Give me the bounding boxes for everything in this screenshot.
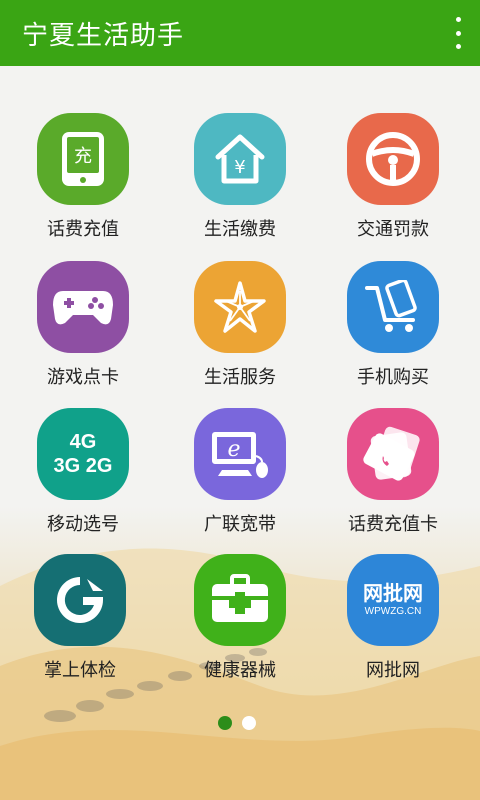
gamepad-icon — [37, 261, 129, 353]
tile-label: 掌上体检 — [44, 660, 116, 681]
tile-wholesale[interactable]: 网批网 WPWZG.CN 网批网 — [318, 554, 468, 694]
tile-traffic-fine[interactable]: 交通罚款 — [318, 113, 468, 253]
flower-service-icon — [194, 261, 286, 353]
tile-number-select[interactable]: 4G 3G 2G 移动选号 — [8, 408, 158, 548]
tile-recharge-card[interactable]: 话费充值卡 — [318, 408, 468, 548]
tile-label: 健康器械 — [204, 660, 276, 681]
computer-broadband-icon: e — [194, 408, 286, 500]
tile-label: 广联宽带 — [204, 514, 276, 535]
tile-label: 手机购买 — [357, 367, 429, 388]
tile-phone-purchase[interactable]: 手机购买 — [318, 261, 468, 401]
tile-health-check[interactable]: 掌上体检 — [5, 554, 155, 694]
tile-label: 话费充值 — [47, 219, 119, 240]
tile-label: 生活服务 — [204, 367, 276, 388]
svg-text:¥: ¥ — [234, 157, 245, 178]
tile-life-payment[interactable]: ¥ 生活缴费 — [165, 113, 315, 253]
svg-text:e: e — [227, 437, 240, 462]
service-grid: 充 话费充值 ¥ 生活缴费 交通罚款 游戏点卡 生活服务 手机购买 4G 3G … — [0, 0, 480, 800]
tile-health-equipment[interactable]: 健康器械 — [165, 554, 315, 694]
network-4g-3g-2g-icon: 4G 3G 2G — [37, 408, 129, 500]
svg-text:充: 充 — [74, 146, 92, 167]
tile-broadband[interactable]: e 广联宽带 — [165, 408, 315, 548]
tile-label: 移动选号 — [47, 514, 119, 535]
page-dot-1[interactable] — [218, 716, 232, 730]
page-dot-2[interactable] — [242, 716, 256, 730]
tile-label: 游戏点卡 — [47, 367, 119, 388]
tile-life-service[interactable]: 生活服务 — [165, 261, 315, 401]
phone-cart-icon — [347, 261, 439, 353]
recharge-card-icon — [347, 408, 439, 500]
health-check-logo-icon — [34, 554, 126, 646]
medical-kit-icon — [194, 554, 286, 646]
phone-recharge-icon: 充 — [37, 113, 129, 205]
tile-label: 话费充值卡 — [348, 514, 438, 535]
page-indicator — [218, 716, 256, 730]
tile-label: 交通罚款 — [357, 219, 429, 240]
tile-label: 生活缴费 — [204, 219, 276, 240]
wpwzg-logo-icon: 网批网 WPWZG.CN — [347, 554, 439, 646]
tile-game-card[interactable]: 游戏点卡 — [8, 261, 158, 401]
tile-phone-recharge[interactable]: 充 话费充值 — [8, 113, 158, 253]
house-yen-icon: ¥ — [194, 113, 286, 205]
tile-label: 网批网 — [366, 660, 420, 681]
steering-wheel-icon — [347, 113, 439, 205]
